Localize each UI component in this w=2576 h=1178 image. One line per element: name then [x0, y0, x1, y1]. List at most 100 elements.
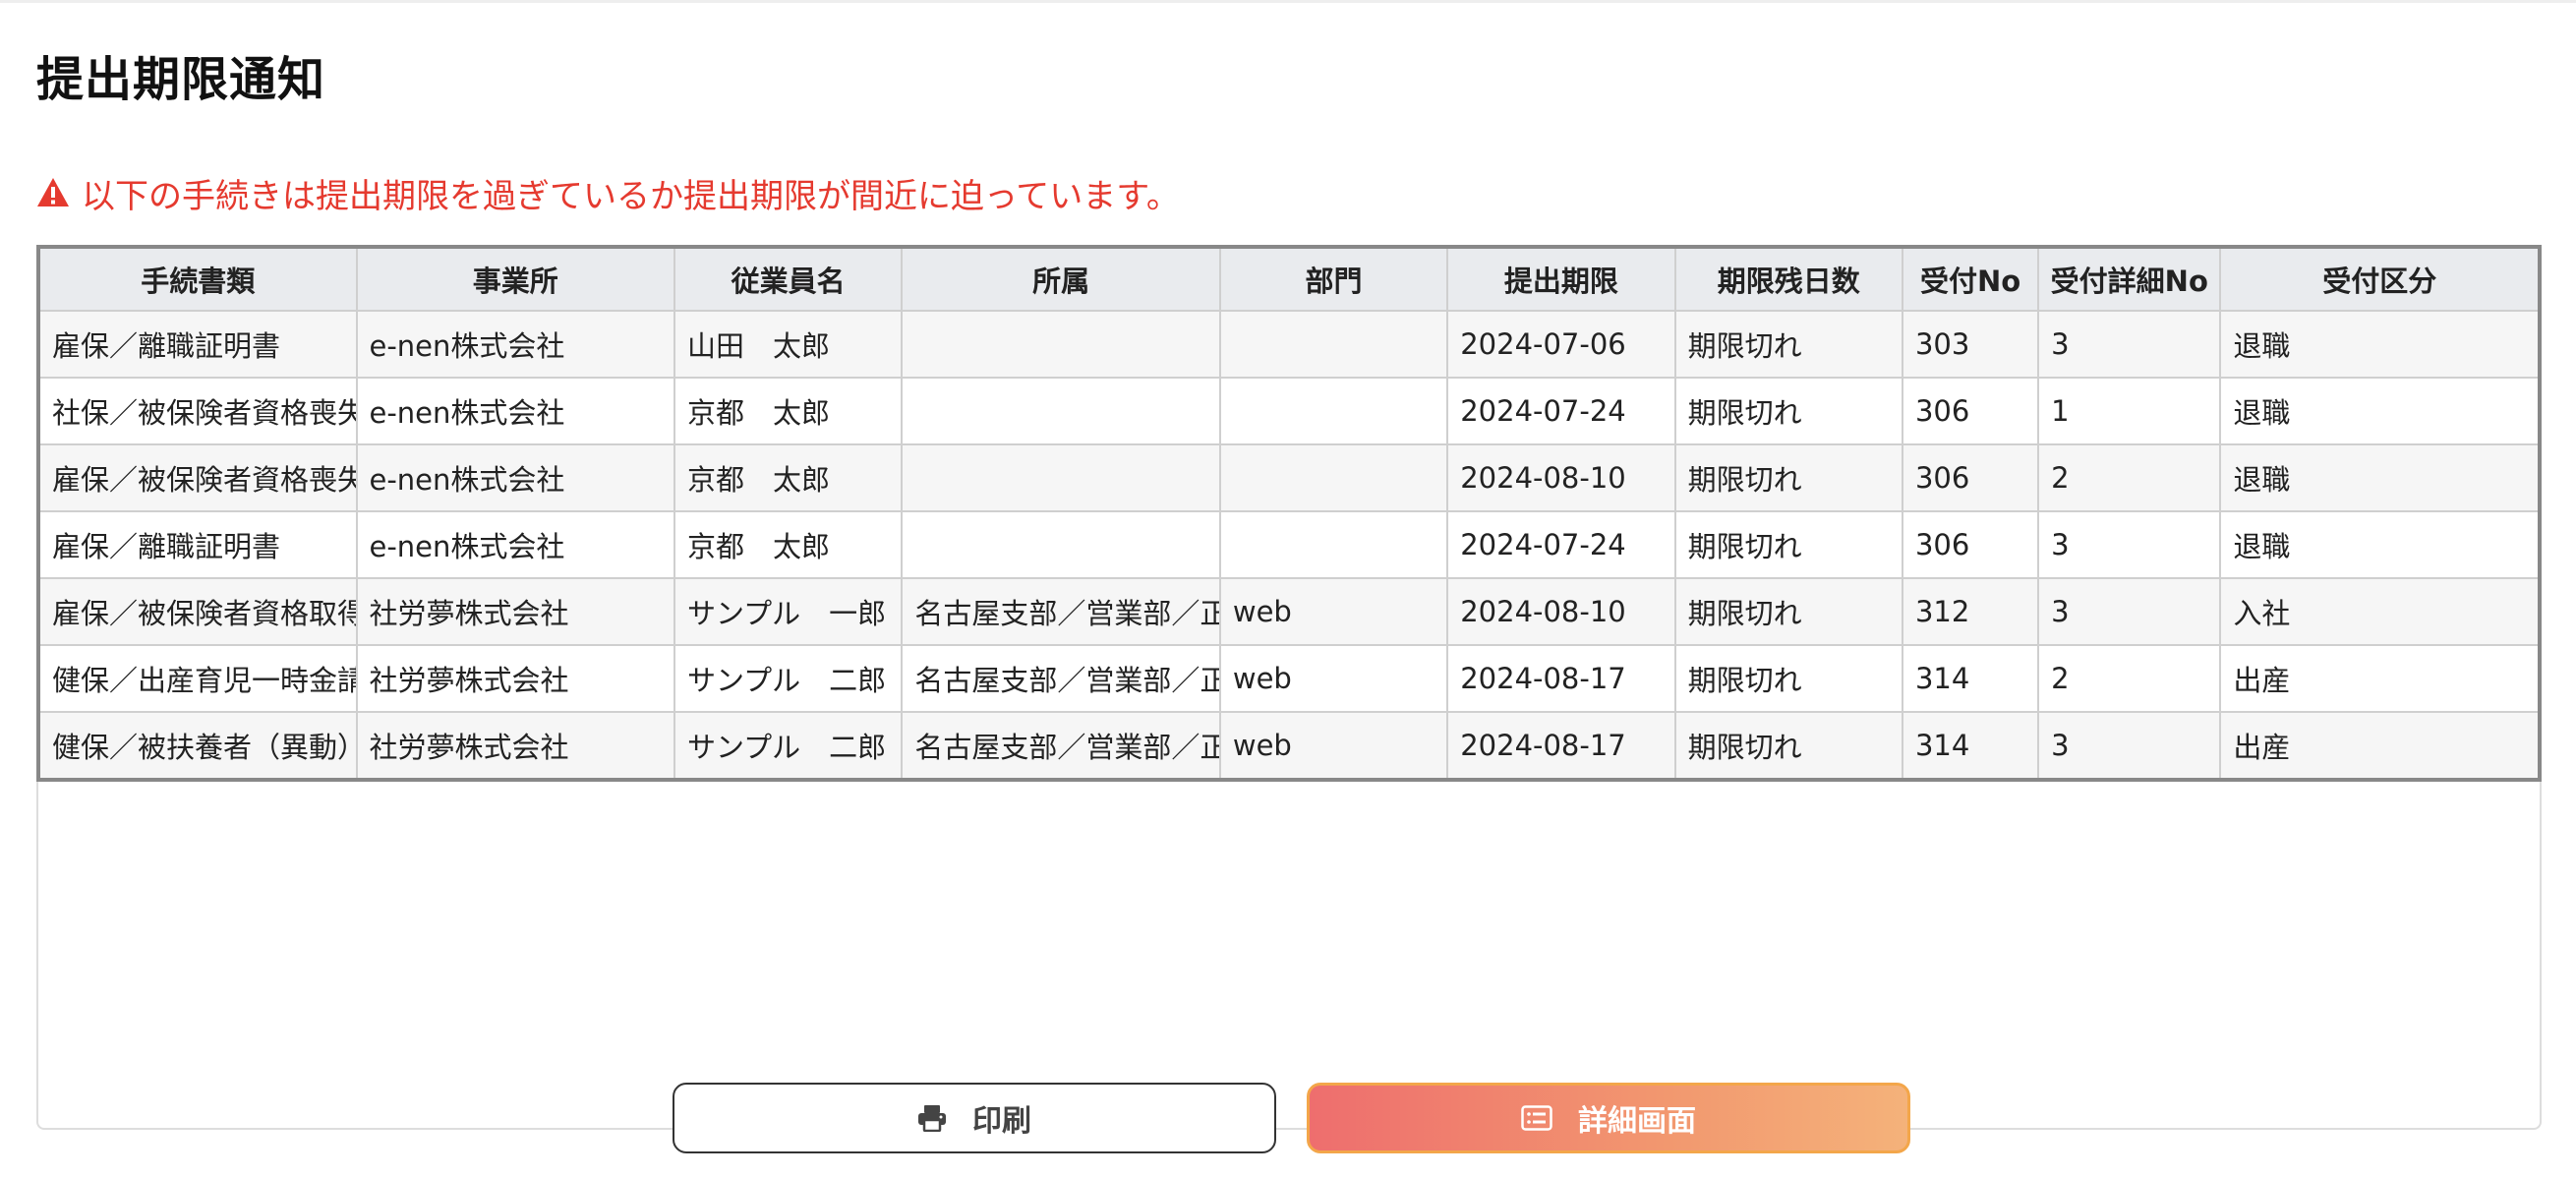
table-header-row: 手続書類 事業所 従業員名 所属 部門 提出期限 期限残日数 受付No 受付詳細… — [37, 246, 2541, 312]
cell-office: 社労夢株式会社 — [355, 644, 675, 713]
cell-office: e-nen株式会社 — [355, 443, 675, 512]
cell-reception-no: 312 — [1901, 577, 2040, 646]
cell-procedure-document: 雇保／被保険者資格喪失 — [37, 443, 358, 512]
cell-days-remaining: 期限切れ — [1673, 577, 1903, 646]
column-header-reception-detail-no[interactable]: 受付詳細No — [2037, 246, 2222, 312]
cell-department — [1218, 310, 1449, 379]
warning-icon — [37, 178, 69, 206]
cell-employee-name: 京都 太郎 — [673, 377, 904, 445]
printer-icon — [917, 1104, 947, 1132]
column-header-procedure-document[interactable]: 手続書類 — [37, 246, 358, 312]
cell-reception-detail-no: 3 — [2037, 310, 2222, 379]
cell-affiliation: 名古屋支部／営業部／正 — [901, 644, 1221, 713]
cell-affiliation: 名古屋支部／営業部／正 — [901, 711, 1221, 781]
cell-office: e-nen株式会社 — [355, 377, 675, 445]
cell-employee-name: 京都 太郎 — [673, 443, 904, 512]
column-header-deadline[interactable]: 提出期限 — [1446, 246, 1676, 312]
cell-days-remaining: 期限切れ — [1673, 711, 1903, 781]
cell-reception-category: 退職 — [2219, 443, 2541, 512]
cell-employee-name: サンプル 一郎 — [673, 577, 904, 646]
cell-days-remaining: 期限切れ — [1673, 644, 1903, 713]
warning-message: 以下の手続きは提出期限を過ぎているか提出期限が間近に迫っています。 — [36, 167, 1180, 218]
table-row[interactable]: 雇保／被保険者資格取得 社労夢株式会社 サンプル 一郎 名古屋支部／営業部／正 web 2… — [37, 577, 2541, 646]
cell-office: 社労夢株式会社 — [355, 711, 675, 781]
column-header-department[interactable]: 部門 — [1218, 246, 1449, 312]
column-header-days-remaining[interactable]: 期限残日数 — [1673, 246, 1903, 312]
cell-office: e-nen株式会社 — [355, 510, 675, 579]
cell-reception-detail-no: 2 — [2037, 443, 2222, 512]
cell-office: 社労夢株式会社 — [355, 577, 675, 646]
cell-deadline: 2024-07-24 — [1446, 510, 1676, 579]
cell-procedure-document: 雇保／離職証明書 — [37, 510, 358, 579]
cell-reception-category: 退職 — [2219, 510, 2541, 579]
cell-reception-detail-no: 3 — [2037, 711, 2222, 781]
deadline-table: 手続書類 事業所 従業員名 所属 部門 提出期限 期限残日数 受付No 受付詳細… — [36, 245, 2542, 782]
cell-deadline: 2024-07-24 — [1446, 377, 1676, 445]
cell-affiliation — [901, 510, 1221, 579]
cell-reception-no: 303 — [1901, 310, 2040, 379]
cell-reception-category: 出産 — [2219, 644, 2541, 713]
cell-procedure-document: 社保／被保険者資格喪失 — [37, 377, 358, 445]
cell-employee-name: 山田 太郎 — [673, 310, 904, 379]
print-button-label: 印刷 — [972, 1104, 1031, 1139]
cell-deadline: 2024-08-17 — [1446, 711, 1676, 781]
cell-reception-no: 306 — [1901, 510, 2040, 579]
cell-office: e-nen株式会社 — [355, 310, 675, 379]
table-row[interactable]: 雇保／離職証明書 e-nen株式会社 京都 太郎 2024-07-24 期限切れ 306 3… — [37, 510, 2541, 579]
detail-card-icon — [1521, 1105, 1552, 1131]
cell-reception-no: 314 — [1901, 644, 2040, 713]
column-header-reception-category[interactable]: 受付区分 — [2219, 246, 2541, 312]
cell-deadline: 2024-08-10 — [1446, 443, 1676, 512]
column-header-employee-name[interactable]: 従業員名 — [673, 246, 904, 312]
cell-employee-name: サンプル 二郎 — [673, 711, 904, 781]
cell-procedure-document: 健保／被扶養者（異動）届 — [37, 711, 358, 781]
warning-text: 以下の手続きは提出期限を過ぎているか提出期限が間近に迫っています。 — [82, 176, 1180, 216]
cell-deadline: 2024-08-10 — [1446, 577, 1676, 646]
cell-employee-name: サンプル 二郎 — [673, 644, 904, 713]
cell-reception-category: 入社 — [2219, 577, 2541, 646]
detail-button-label: 詳細画面 — [1578, 1104, 1696, 1139]
cell-department — [1218, 377, 1449, 445]
cell-days-remaining: 期限切れ — [1673, 377, 1903, 445]
top-divider — [0, 0, 2576, 3]
cell-reception-detail-no: 3 — [2037, 510, 2222, 579]
cell-department: web — [1218, 577, 1449, 646]
cell-affiliation — [901, 377, 1221, 445]
column-header-office[interactable]: 事業所 — [355, 246, 675, 312]
table-row[interactable]: 健保／出産育児一時金請 社労夢株式会社 サンプル 二郎 名古屋支部／営業部／正 web 2… — [37, 644, 2541, 713]
cell-reception-no: 314 — [1901, 711, 2040, 781]
cell-reception-no: 306 — [1901, 377, 2040, 445]
cell-deadline: 2024-07-06 — [1446, 310, 1676, 379]
table-row[interactable]: 社保／被保険者資格喪失 e-nen株式会社 京都 太郎 2024-07-24 期限切れ 3… — [37, 377, 2541, 445]
cell-reception-detail-no: 1 — [2037, 377, 2222, 445]
cell-reception-category: 退職 — [2219, 377, 2541, 445]
cell-department — [1218, 510, 1449, 579]
cell-procedure-document: 健保／出産育児一時金請 — [37, 644, 358, 713]
column-header-reception-no[interactable]: 受付No — [1901, 246, 2040, 312]
cell-deadline: 2024-08-17 — [1446, 644, 1676, 713]
column-header-affiliation[interactable]: 所属 — [901, 246, 1221, 312]
table-row[interactable]: 雇保／離職証明書 e-nen株式会社 山田 太郎 2024-07-06 期限切れ 303 3… — [37, 310, 2541, 379]
detail-screen-button[interactable]: 詳細画面 — [1307, 1083, 1910, 1153]
cell-affiliation — [901, 310, 1221, 379]
cell-reception-category: 退職 — [2219, 310, 2541, 379]
table-row[interactable]: 健保／被扶養者（異動）届社労夢株式会社サンプル 二郎名古屋支部／営業部／正web… — [37, 711, 2541, 781]
cell-reception-detail-no: 3 — [2037, 577, 2222, 646]
cell-procedure-document: 雇保／離職証明書 — [37, 310, 358, 379]
cell-affiliation — [901, 443, 1221, 512]
cell-department: web — [1218, 644, 1449, 713]
cell-department — [1218, 443, 1449, 512]
cell-reception-detail-no: 2 — [2037, 644, 2222, 713]
cell-employee-name: 京都 太郎 — [673, 510, 904, 579]
cell-procedure-document: 雇保／被保険者資格取得 — [37, 577, 358, 646]
page-title: 提出期限通知 — [36, 52, 326, 107]
cell-department: web — [1218, 711, 1449, 781]
cell-affiliation: 名古屋支部／営業部／正 — [901, 577, 1221, 646]
cell-days-remaining: 期限切れ — [1673, 310, 1903, 379]
table-row[interactable]: 雇保／被保険者資格喪失 e-nen株式会社 京都 太郎 2024-08-10 期限切れ 3… — [37, 443, 2541, 512]
print-button[interactable]: 印刷 — [673, 1083, 1276, 1153]
cell-days-remaining: 期限切れ — [1673, 510, 1903, 579]
cell-days-remaining: 期限切れ — [1673, 443, 1903, 512]
cell-reception-category: 出産 — [2219, 711, 2541, 781]
cell-reception-no: 306 — [1901, 443, 2040, 512]
